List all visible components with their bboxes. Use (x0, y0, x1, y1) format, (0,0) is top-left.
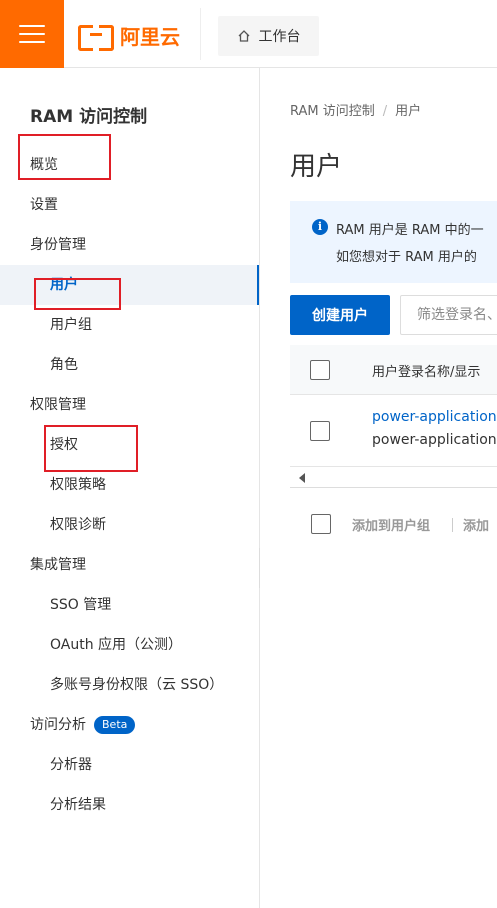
create-user-button[interactable]: 创建用户 (290, 295, 390, 335)
sidebar-item-label: 访问分析 (30, 717, 86, 733)
alert-text-line1: RAM 用户是 RAM 中的一 (336, 223, 484, 238)
main-content: RAM 访问控制 / 用户 用户 i RAM 用户是 RAM 中的一 如您想对于 R… (260, 68, 497, 908)
divider (452, 518, 453, 532)
sidebar-item-settings[interactable]: 设置 (0, 185, 259, 225)
sidebar-group-access-analysis[interactable]: 访问分析 Beta (0, 705, 259, 745)
user-login-name-link[interactable]: power-application- (372, 409, 497, 425)
highlight-box-grants (44, 425, 138, 472)
aliyun-logo-icon (78, 25, 114, 51)
sidebar-item-analysis-results[interactable]: 分析结果 (0, 785, 259, 825)
sidebar-item-cloud-sso[interactable]: 多账号身份权限（云 SSO） (0, 665, 259, 705)
info-icon: i (312, 219, 328, 235)
breadcrumb-ram[interactable]: RAM 访问控制 (290, 104, 375, 119)
sidebar: RAM 访问控制 概览 设置 身份管理 用户 用户组 角色 权限管理 授权 权限… (0, 68, 260, 908)
highlight-box-overview (18, 134, 111, 180)
beta-badge: Beta (94, 716, 136, 734)
sidebar-title: RAM 访问控制 (30, 107, 148, 127)
sidebar-group-identity[interactable]: 身份管理 (0, 225, 259, 265)
filter-input[interactable]: 筛选登录名、 (400, 295, 497, 335)
batch-action-bar: 添加到用户组 添加 (290, 508, 497, 548)
divider (200, 8, 201, 60)
home-icon (237, 29, 251, 43)
table-row: power-application- power-application- (290, 395, 497, 467)
workbench-button[interactable]: 工作台 (218, 16, 319, 56)
breadcrumb-separator: / (382, 104, 388, 119)
sidebar-item-sso[interactable]: SSO 管理 (0, 585, 259, 625)
top-bar: 阿里云 工作台 (0, 0, 497, 68)
batch-add-button[interactable]: 添加 (463, 515, 489, 534)
horizontal-scrollbar[interactable] (290, 468, 497, 488)
add-to-group-button[interactable]: 添加到用户组 (352, 515, 430, 534)
scroll-left-icon[interactable] (299, 473, 305, 483)
sidebar-item-oauth[interactable]: OAuth 应用（公测） (0, 625, 259, 665)
sidebar-item-roles[interactable]: 角色 (0, 345, 259, 385)
table-header: 用户登录名称/显示 (290, 345, 497, 395)
breadcrumb: RAM 访问控制 / 用户 (290, 100, 421, 119)
sidebar-item-user-groups[interactable]: 用户组 (0, 305, 259, 345)
breadcrumb-users: 用户 (395, 104, 422, 119)
sidebar-item-diagnostics[interactable]: 权限诊断 (0, 505, 259, 545)
aliyun-logo[interactable]: 阿里云 (78, 22, 180, 51)
sidebar-group-permissions[interactable]: 权限管理 (0, 385, 259, 425)
highlight-box-users (34, 278, 121, 310)
brand-name: 阿里云 (120, 24, 180, 49)
select-all-checkbox[interactable] (310, 360, 330, 380)
sidebar-group-integration[interactable]: 集成管理 (0, 545, 259, 585)
page-title: 用户 (290, 152, 343, 182)
alert-text-line2: 如您想对于 RAM 用户的 (336, 250, 477, 265)
user-display-name: power-application- (372, 432, 497, 448)
sidebar-item-analyzer[interactable]: 分析器 (0, 745, 259, 785)
info-alert: i RAM 用户是 RAM 中的一 如您想对于 RAM 用户的 (290, 201, 497, 283)
workbench-label: 工作台 (258, 29, 301, 45)
row-checkbox[interactable] (310, 421, 330, 441)
column-header-login-name[interactable]: 用户登录名称/显示 (372, 361, 480, 380)
hamburger-menu-icon[interactable] (0, 0, 64, 68)
batch-select-checkbox[interactable] (311, 514, 331, 534)
